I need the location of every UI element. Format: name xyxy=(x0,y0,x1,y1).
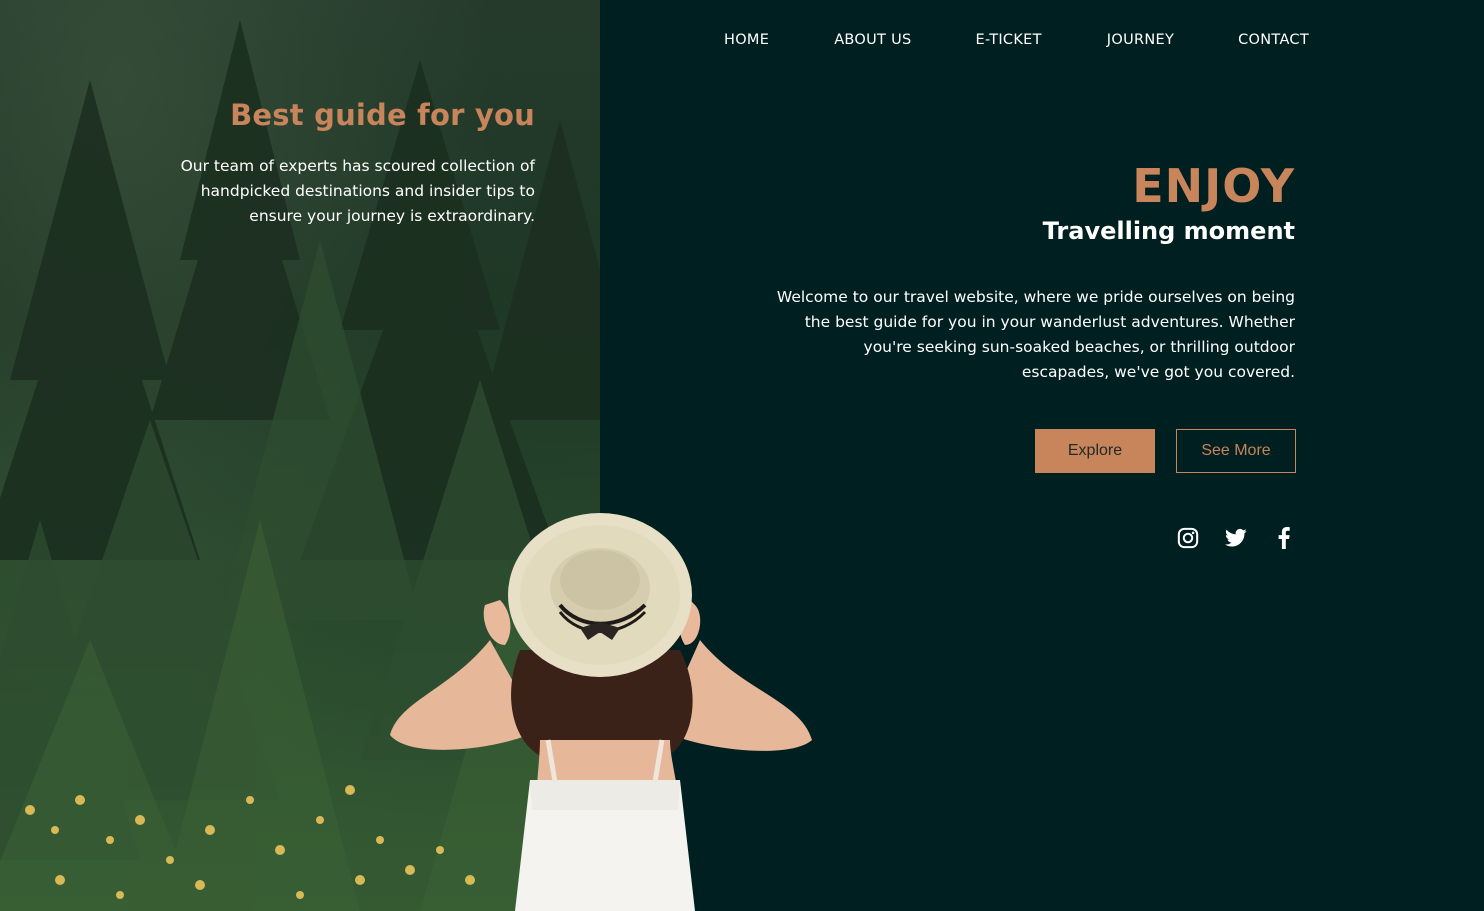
left-title: Best guide for you xyxy=(230,98,535,132)
nav-item-contact[interactable]: CONTACT xyxy=(1238,32,1309,48)
hero-body-line: the best guide for you in your wanderlus… xyxy=(804,313,1295,331)
left-intro: Best guide for you Our team of experts h… xyxy=(155,98,535,229)
social-links xyxy=(1176,526,1295,549)
hero-body-line: escapades, we've got you covered. xyxy=(1021,363,1295,381)
hero-body-line: Welcome to our travel website, where we … xyxy=(776,288,1295,306)
main-nav: HOME ABOUT US E-TICKET JOURNEY CONTACT xyxy=(724,32,1309,48)
facebook-icon[interactable] xyxy=(1272,526,1295,549)
nav-item-e-ticket[interactable]: E-TICKET xyxy=(976,32,1042,48)
nav-item-home[interactable]: HOME xyxy=(724,32,769,48)
hero-buttons: Explore See More xyxy=(1035,429,1296,473)
left-body-line: ensure your journey is extraordinary. xyxy=(249,207,535,225)
see-more-button[interactable]: See More xyxy=(1176,429,1296,473)
nav-item-journey[interactable]: JOURNEY xyxy=(1107,32,1174,48)
hero-body: Welcome to our travel website, where we … xyxy=(755,285,1295,385)
instagram-icon[interactable] xyxy=(1176,526,1199,549)
left-body-line: handpicked destinations and insider tips… xyxy=(200,182,535,200)
left-body-line: Our team of experts has scoured collecti… xyxy=(180,157,535,175)
hero-subtitle: Travelling moment xyxy=(1042,217,1295,245)
landing-page: Best guide for you Our team of experts h… xyxy=(0,0,1484,911)
hero-body-line: you're seeking sun-soaked beaches, or th… xyxy=(863,338,1295,356)
nav-item-about-us[interactable]: ABOUT US xyxy=(834,32,911,48)
woman-with-hat-image xyxy=(380,510,820,911)
twitter-icon[interactable] xyxy=(1224,526,1247,549)
hero-title: ENJOY xyxy=(1132,159,1295,213)
hero-section: ENJOY Travelling moment Welcome to our t… xyxy=(735,158,1295,385)
left-body: Our team of experts has scoured collecti… xyxy=(155,154,535,229)
explore-button[interactable]: Explore xyxy=(1035,429,1155,473)
